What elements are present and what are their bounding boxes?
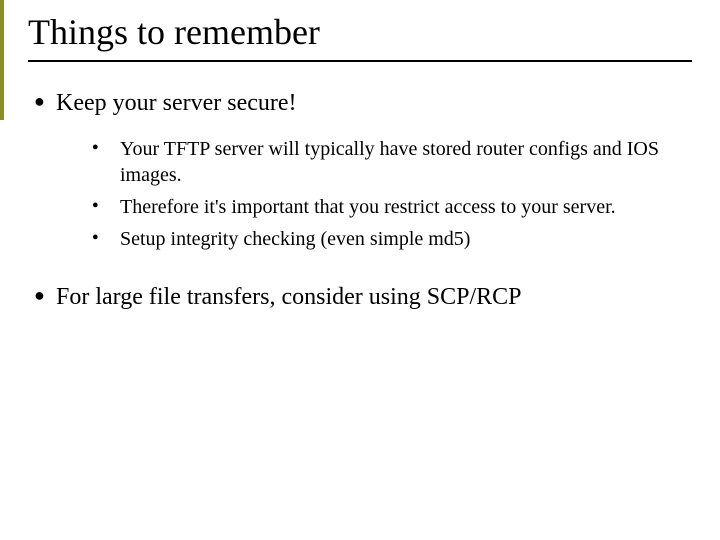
- bullet-text: Keep your server secure!: [56, 88, 297, 118]
- bullet-level2: ● Your TFTP server will typically have s…: [92, 136, 692, 188]
- bullet-level1: ● Keep your server secure!: [34, 88, 692, 118]
- slide-body: ● Keep your server secure! ● Your TFTP s…: [28, 88, 692, 312]
- bullet-level1: ● For large file transfers, consider usi…: [34, 282, 692, 312]
- bullet-icon: ●: [34, 282, 56, 308]
- accent-bar: [0, 0, 4, 120]
- bullet-level2: ● Setup integrity checking (even simple …: [92, 226, 692, 252]
- bullet-icon: ●: [34, 88, 56, 114]
- title-rule: [28, 60, 692, 62]
- sublist: ● Your TFTP server will typically have s…: [92, 136, 692, 252]
- bullet-text: Therefore it's important that you restri…: [120, 194, 616, 220]
- bullet-text: For large file transfers, consider using…: [56, 282, 522, 312]
- bullet-icon: ●: [92, 226, 120, 248]
- slide-title: Things to remember: [28, 14, 692, 52]
- bullet-icon: ●: [92, 194, 120, 216]
- bullet-text: Setup integrity checking (even simple md…: [120, 226, 470, 252]
- bullet-level2: ● Therefore it's important that you rest…: [92, 194, 692, 220]
- bullet-text: Your TFTP server will typically have sto…: [120, 136, 680, 188]
- bullet-icon: ●: [92, 136, 120, 158]
- slide: Things to remember ● Keep your server se…: [0, 0, 720, 540]
